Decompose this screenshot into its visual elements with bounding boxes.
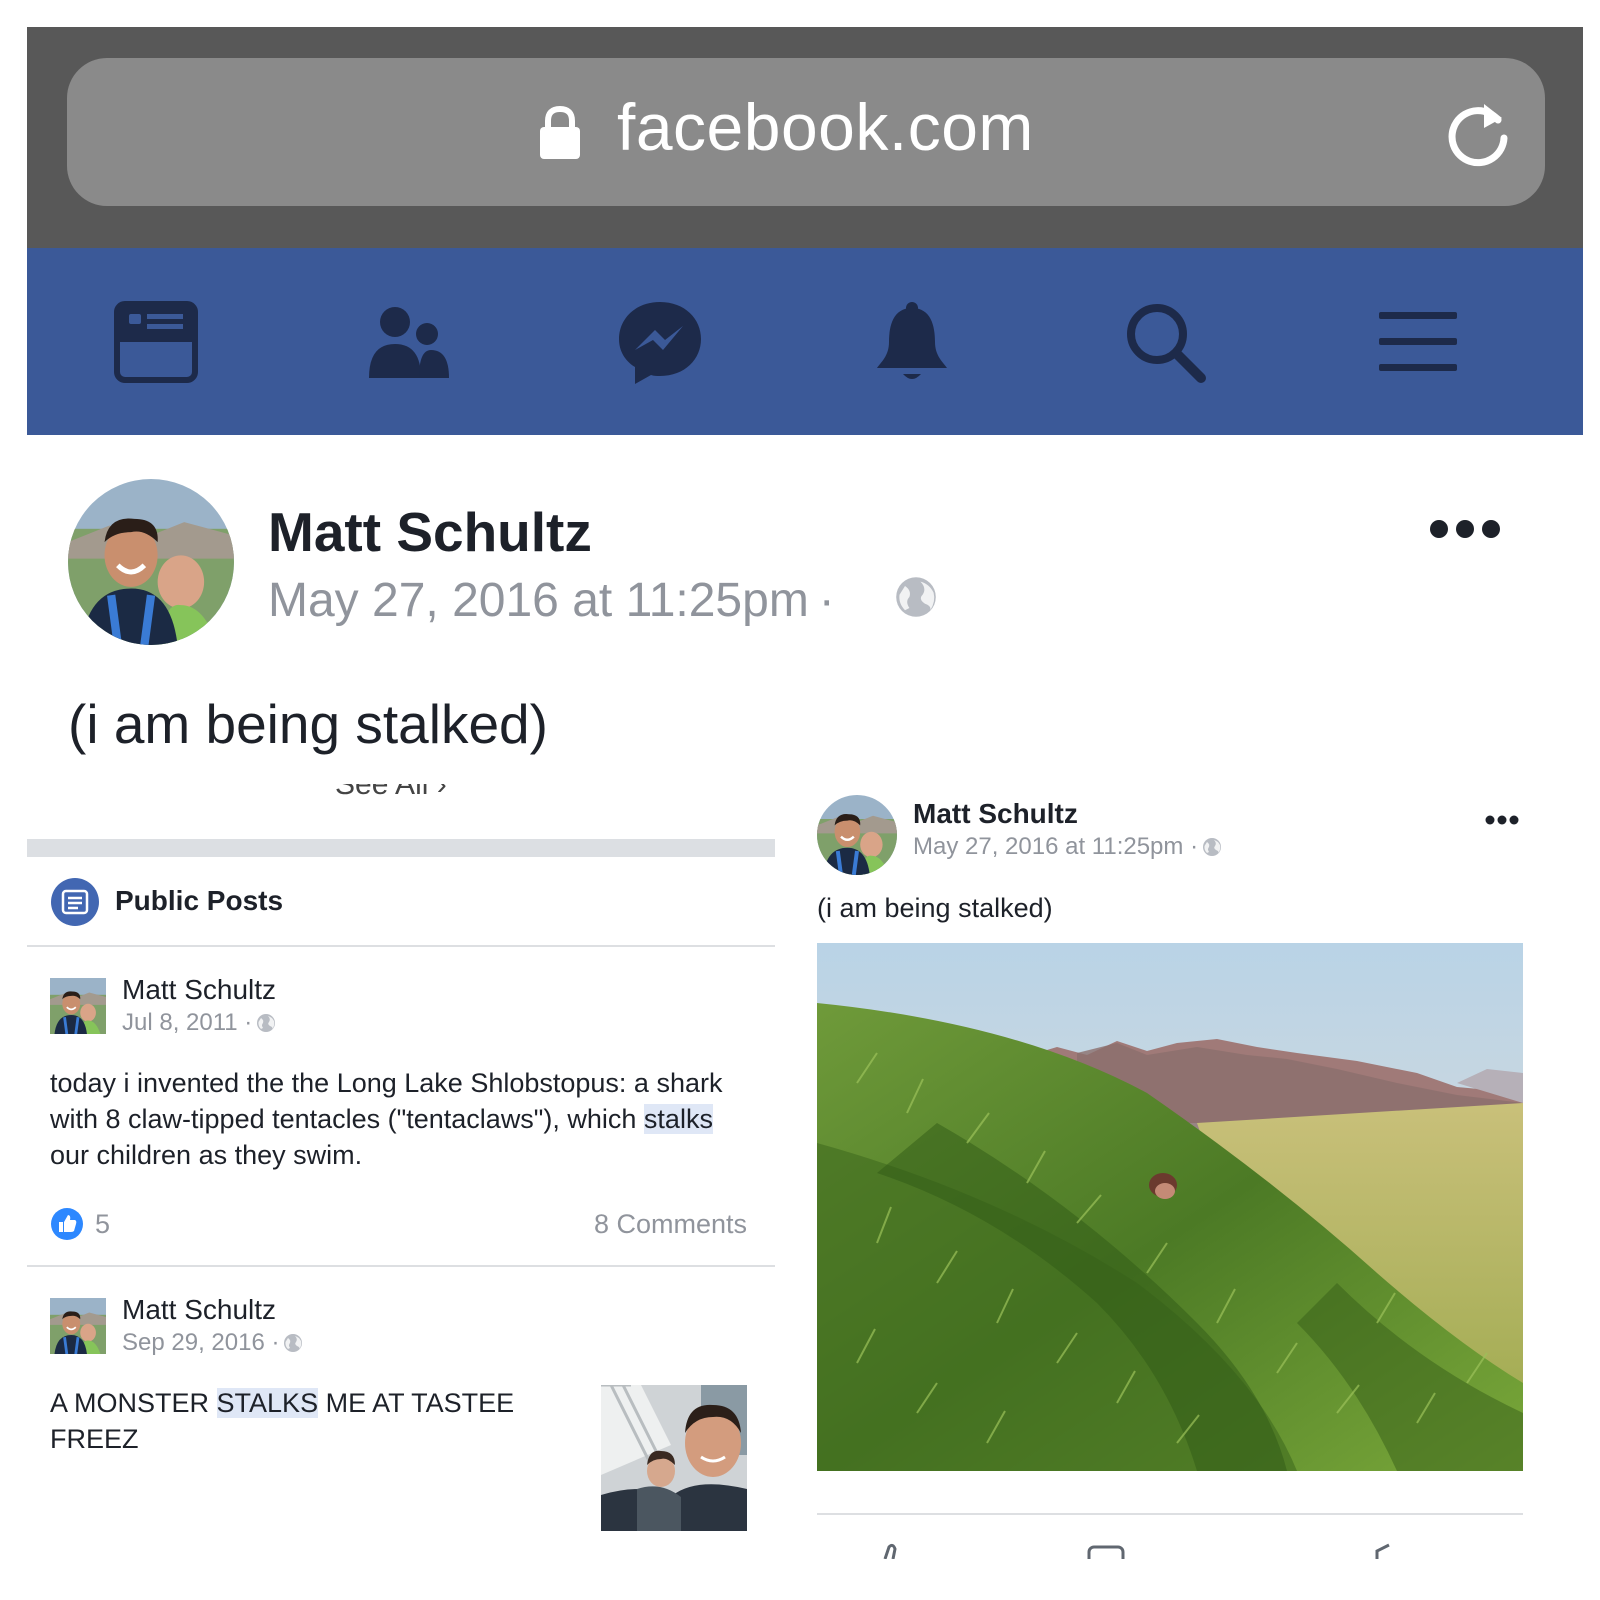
news-feed-icon[interactable] bbox=[111, 298, 201, 388]
search-highlight: stalks bbox=[643, 1104, 713, 1134]
public-globe-icon bbox=[1202, 837, 1222, 857]
divider bbox=[27, 945, 775, 947]
public-globe-icon bbox=[283, 1333, 303, 1353]
post-timestamp[interactable]: May 27, 2016 at 11:25pm · bbox=[913, 835, 1222, 859]
share-action-icon bbox=[1375, 1543, 1390, 1559]
post-status-text: (i am being stalked) bbox=[68, 693, 548, 755]
like-action-icon bbox=[883, 1543, 897, 1559]
messenger-icon[interactable] bbox=[615, 298, 705, 388]
search-highlight: STALKS bbox=[216, 1388, 319, 1418]
post-timestamp[interactable]: May 27, 2016 at 11:25pm · bbox=[268, 577, 845, 625]
facebook-nav-bar bbox=[27, 248, 1583, 435]
divider bbox=[817, 1513, 1523, 1515]
divider bbox=[27, 1265, 775, 1267]
screenshot-frame: facebook.com Matt Schultz May 27, 2016 a… bbox=[27, 27, 1583, 1583]
chevron-right-icon: › bbox=[428, 784, 447, 801]
reload-icon[interactable] bbox=[1444, 98, 1514, 168]
post-author-avatar[interactable] bbox=[50, 978, 106, 1034]
notifications-bell-icon[interactable] bbox=[867, 298, 957, 388]
like-thumb-icon bbox=[51, 1208, 83, 1240]
post-date[interactable]: Jul 8, 2011 · bbox=[122, 1011, 276, 1035]
post-action-bar bbox=[817, 1529, 1523, 1559]
profile-avatar[interactable] bbox=[68, 479, 234, 645]
post-status-text: (i am being stalked) bbox=[817, 893, 1053, 923]
public-posts-icon bbox=[51, 878, 99, 926]
post-body-text: today i invented the the Long Lake Shlob… bbox=[50, 1068, 723, 1170]
url-text: facebook.com bbox=[617, 90, 1034, 164]
friends-icon[interactable] bbox=[363, 298, 453, 388]
comments-link[interactable]: 8 Comments bbox=[547, 1211, 747, 1238]
timestamp-text: May 27, 2016 at 11:25pm bbox=[268, 574, 809, 627]
post-author-name[interactable]: Matt Schultz bbox=[122, 1296, 276, 1324]
post-date[interactable]: Sep 29, 2016 · bbox=[122, 1331, 303, 1355]
post-author-name[interactable]: Matt Schultz bbox=[913, 800, 1078, 828]
like-count: 5 bbox=[95, 1209, 111, 1239]
comment-action-icon bbox=[1087, 1545, 1125, 1559]
search-icon[interactable] bbox=[1121, 298, 1211, 388]
post-author-avatar[interactable] bbox=[50, 1298, 106, 1354]
post-body-text: A MONSTER STALKS ME AT TASTEE FREEZ bbox=[50, 1388, 515, 1454]
post-author-avatar[interactable] bbox=[817, 795, 897, 875]
see-all-link[interactable]: See All › bbox=[335, 784, 485, 808]
post-author-name[interactable]: Matt Schultz bbox=[122, 976, 276, 1004]
menu-icon[interactable] bbox=[1373, 298, 1463, 388]
post-photo-thumbnail[interactable] bbox=[601, 1385, 747, 1531]
post-photo[interactable] bbox=[817, 943, 1523, 1471]
more-options-icon[interactable] bbox=[1485, 814, 1519, 826]
public-globe-icon bbox=[894, 575, 938, 619]
public-posts-heading: Public Posts bbox=[115, 885, 284, 916]
more-options-icon[interactable] bbox=[1429, 517, 1501, 541]
meta-separator: · bbox=[818, 574, 835, 627]
post-author-name[interactable]: Matt Schultz bbox=[268, 505, 592, 560]
browser-chrome: facebook.com bbox=[27, 27, 1583, 248]
address-bar[interactable]: facebook.com bbox=[67, 58, 1545, 206]
lock-icon bbox=[540, 105, 580, 159]
public-globe-icon bbox=[256, 1013, 276, 1033]
section-divider bbox=[27, 839, 775, 857]
